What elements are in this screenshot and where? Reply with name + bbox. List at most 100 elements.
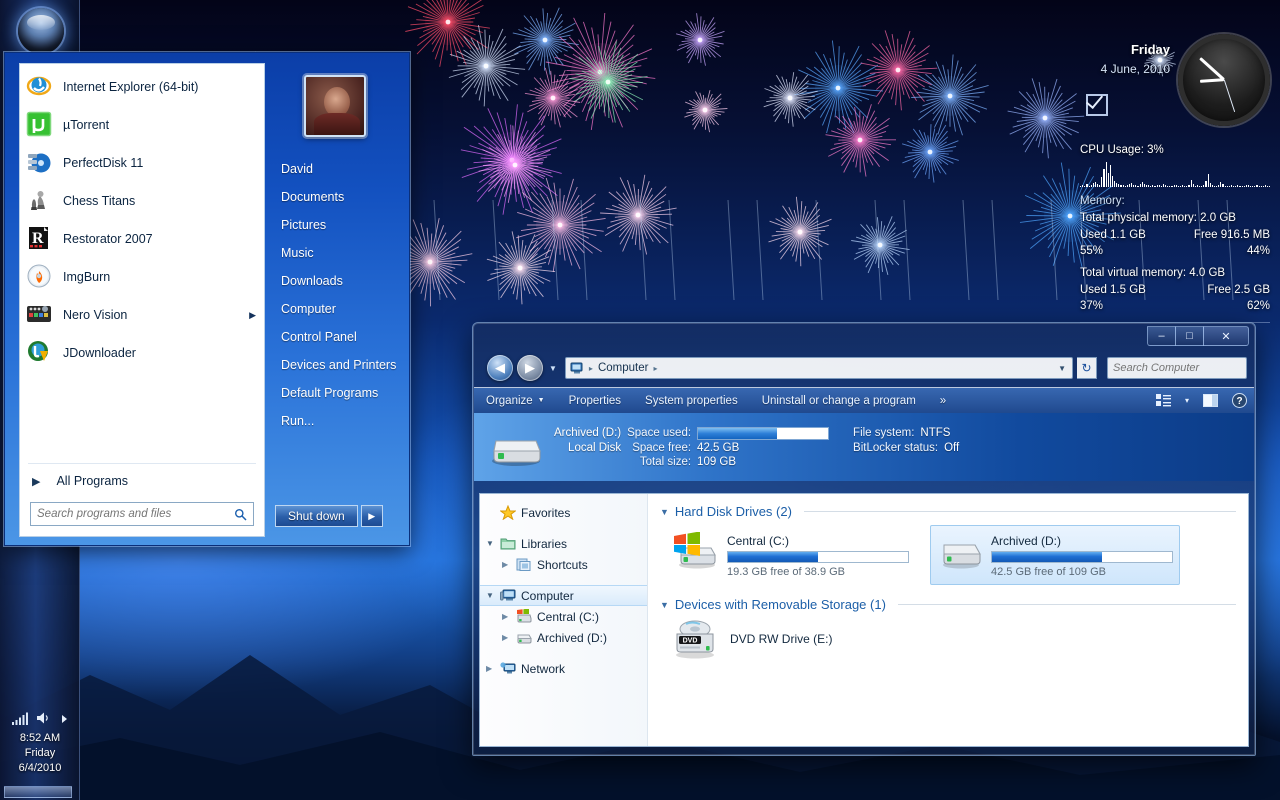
cpu-history-bar [1124, 186, 1126, 187]
start-menu-item-chess-titans[interactable]: Chess Titans [20, 182, 264, 220]
all-programs-button[interactable]: ▶ All Programs [20, 464, 264, 498]
content-pane[interactable]: ▼ Hard Disk Drives (2) Central (C:) 19.3 GB… [648, 494, 1248, 746]
tree-item-archived-d[interactable]: ▶ Archived (D:) [480, 627, 647, 648]
memory-heading: Memory: [1080, 195, 1125, 207]
cpu-history-bar [1213, 186, 1215, 187]
window-controls[interactable]: – □ ✕ [1147, 326, 1249, 346]
tree-expander-open-icon[interactable]: ▼ [486, 539, 495, 548]
command-[interactable]: » [928, 388, 958, 414]
start-menu-link-documents[interactable]: Documents [267, 183, 403, 211]
maximize-button[interactable]: □ [1175, 326, 1204, 346]
breadcrumb-computer[interactable]: Computer [598, 362, 649, 374]
tree-item-central-c[interactable]: ▶ Central (C:) [480, 606, 647, 627]
cpu-history-bar [1131, 183, 1133, 187]
navigation-pane[interactable]: Favorites ▼ Libraries ▶ Shortcuts ▼ Computer ▶ C… [480, 494, 648, 746]
tree-item-shortcuts[interactable]: ▶ Shortcuts [480, 554, 647, 575]
start-orb[interactable] [18, 8, 64, 54]
tray-clock[interactable]: 8:52 AM Friday 6/4/2010 [0, 731, 80, 776]
drive-tile-central-c[interactable]: Central (C:) 19.3 GB free of 38.9 GB [666, 525, 916, 585]
explorer-titlebar[interactable]: – □ ✕ [473, 323, 1255, 351]
start-menu-links[interactable]: David Documents Pictures Music Downloads Comp… [267, 155, 403, 435]
start-search-wrap [20, 498, 264, 536]
start-menu-link-david[interactable]: David [267, 155, 403, 183]
start-menu-link-music[interactable]: Music [267, 239, 403, 267]
group-collapse-icon[interactable]: ▼ [660, 600, 669, 610]
shut-down-button[interactable]: Shut down [275, 505, 358, 527]
favorites-star-icon [500, 505, 516, 520]
resource-monitor-gadget[interactable]: CPU Usage: 3% Memory: Total physical mem… [1080, 142, 1271, 323]
tree-expander-open-icon[interactable]: ▼ [486, 591, 495, 600]
tree-expander-closed-icon[interactable]: ▶ [502, 560, 511, 569]
preview-pane-icon[interactable] [1196, 388, 1225, 414]
shutdown-row[interactable]: Shut down ▶ [267, 505, 403, 527]
tree-expander-closed-icon[interactable]: ▶ [502, 612, 511, 621]
show-hidden-icons-icon[interactable] [60, 713, 69, 725]
checkbox-gadget[interactable] [1085, 90, 1108, 116]
minimize-button[interactable]: – [1147, 326, 1176, 346]
cpu-history-bar [1184, 186, 1186, 187]
back-arrow-icon[interactable]: ◀ [487, 355, 513, 381]
chevron-down-icon: ▼ [537, 397, 545, 404]
tree-expander-closed-icon[interactable]: ▶ [502, 633, 511, 642]
start-menu-link-run[interactable]: Run... [267, 407, 403, 435]
start-menu-link-downloads[interactable]: Downloads [267, 267, 403, 295]
tree-item-network[interactable]: ▶ Network [480, 658, 647, 679]
recent-pages-icon[interactable]: ▼ [547, 364, 559, 373]
start-menu-item-nero-vision[interactable]: Nero Vision ▶ [20, 296, 264, 334]
device-item-dvd-rw-drive-e[interactable]: DVD DVD RW Drive (E:) [670, 618, 1236, 660]
start-menu-item-imgburn[interactable]: ImgBurn [20, 258, 264, 296]
address-bar[interactable]: ▸ Computer ▸ ▼ [564, 357, 1073, 379]
start-menu-link-control-panel[interactable]: Control Panel [267, 323, 403, 351]
refresh-icon[interactable]: ↻ [1077, 357, 1097, 379]
drive-tile-archived-d[interactable]: Archived (D:) 42.5 GB free of 109 GB [930, 525, 1180, 585]
start-menu-link-pictures[interactable]: Pictures [267, 211, 403, 239]
search-input[interactable] [1113, 362, 1256, 374]
explorer-navigation-bar[interactable]: ◀ ▶ ▼ ▸ Computer ▸ ▼ ↻ [473, 351, 1256, 385]
search-box[interactable] [1107, 357, 1256, 379]
explorer-window[interactable]: – □ ✕ ◀ ▶ ▼ ▸ Computer ▸ ▼ ↻ Search Comp… [472, 322, 1256, 756]
cpu-history-bar [1243, 186, 1245, 187]
start-menu-item-internet-explorer-64-bit[interactable]: Internet Explorer (64-bit) [20, 68, 264, 106]
group-header[interactable]: ▼ Devices with Removable Storage (1) [660, 597, 1236, 612]
start-menu-item-jdownloader[interactable]: JDownloader [20, 334, 264, 372]
tree-item-libraries[interactable]: ▼ Libraries [480, 533, 647, 554]
forward-arrow-icon[interactable]: ▶ [517, 355, 543, 381]
cpu-history-bar [1256, 185, 1258, 187]
start-menu-link-devices-and-printers[interactable]: Devices and Printers [267, 351, 403, 379]
group-header[interactable]: ▼ Hard Disk Drives (2) [660, 504, 1236, 519]
pinned-programs-list[interactable]: Internet Explorer (64-bit) µTorrent Perfec… [20, 64, 264, 461]
command-uninstall-or-change-a-program[interactable]: Uninstall or change a program [750, 388, 928, 414]
start-menu-link-computer[interactable]: Computer [267, 295, 403, 323]
tree-expander-closed-icon[interactable]: ▶ [486, 664, 495, 673]
user-avatar[interactable] [304, 75, 366, 137]
tree-item-computer[interactable]: ▼ Computer [480, 585, 647, 606]
search-input[interactable] [31, 508, 234, 520]
cpu-history-bar [1258, 186, 1260, 187]
volume-icon[interactable] [36, 711, 52, 725]
system-tray[interactable]: 8:52 AM Friday 6/4/2010 [0, 705, 80, 776]
clock-gadget[interactable]: Friday 4 June, 2010 [1080, 34, 1270, 130]
group-collapse-icon[interactable]: ▼ [660, 507, 669, 517]
explorer-command-bar[interactable]: Organize ▼ Properties System properties Unin… [474, 387, 1254, 413]
cpu-history-bar [1228, 186, 1230, 187]
start-menu-item-perfectdisk-11[interactable]: PerfectDisk 11 [20, 144, 264, 182]
start-search-box[interactable] [30, 502, 254, 526]
network-signal-icon[interactable] [11, 712, 28, 725]
command-system-properties[interactable]: System properties [633, 388, 750, 414]
shutdown-options-arrow-icon[interactable]: ▶ [360, 505, 383, 527]
help-icon[interactable]: ? [1225, 388, 1254, 414]
start-menu-item-torrent[interactable]: µTorrent [20, 106, 264, 144]
chevron-down-icon[interactable]: ▼ [1058, 364, 1072, 373]
command-organize[interactable]: Organize ▼ [474, 388, 557, 414]
command-properties[interactable]: Properties [557, 388, 633, 414]
close-button[interactable]: ✕ [1203, 326, 1249, 346]
start-menu-item-restorator-2007[interactable]: R Restorator 2007 [20, 220, 264, 258]
desktop: Friday 4 June, 2010 CPU Usage: 3% Memory… [0, 0, 1280, 800]
cpu-history-bar [1194, 186, 1196, 187]
tree-item-favorites[interactable]: Favorites [480, 502, 647, 523]
show-desktop-button[interactable] [4, 786, 72, 798]
change-view-icon[interactable] [1149, 388, 1178, 414]
start-menu-link-default-programs[interactable]: Default Programs [267, 379, 403, 407]
start-menu[interactable]: Internet Explorer (64-bit) µTorrent Perfec… [4, 52, 410, 546]
chevron-down-icon[interactable]: ▾ [1178, 388, 1196, 414]
